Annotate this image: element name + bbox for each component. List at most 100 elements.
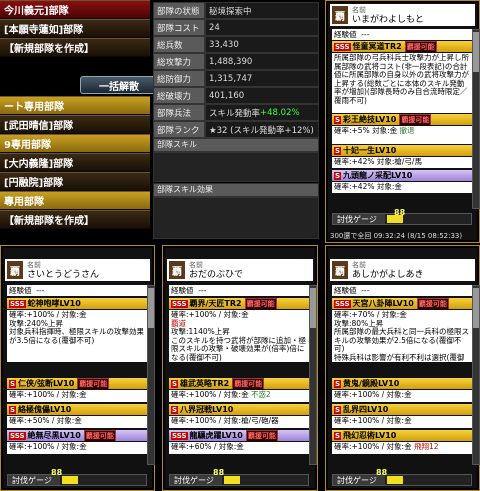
general-name: さいとうどうさん xyxy=(27,270,100,280)
card-name: 覇名前 おだのぶひで xyxy=(167,259,313,281)
skill-slot-4[interactable]: SSS 絶無尽黒LV10 覇援可能 xyxy=(7,430,147,441)
stat-label: 部隊の状態 xyxy=(153,2,205,19)
skill-desc-1: 所属部隊の弓兵科兵士攻撃力が上昇し所属部隊の武将コスト(非一段表記)の合計値に所… xyxy=(332,53,472,113)
skill-slot-3[interactable]: S 十妃一生LV10 xyxy=(332,145,472,156)
stat-attack: 総攻撃力 1,488,390 xyxy=(153,53,319,70)
name-label: 名前 xyxy=(189,261,203,269)
stat-destroy: 総破壊力 401,160 xyxy=(153,87,319,104)
skill-desc-note: 不惑2 xyxy=(250,390,271,399)
skill-rarity-tag: S xyxy=(171,379,179,388)
skill-slot-1[interactable]: SSS 天宮八卦陣LV10 覇援可能 xyxy=(332,298,472,309)
scrollbar[interactable] xyxy=(472,285,480,465)
scrollbar-thumb[interactable] xyxy=(473,288,479,328)
skill-slot-4[interactable]: SSS 龍驤虎躍LV10 覇援可能 xyxy=(169,430,309,441)
stat-value: 33,430 xyxy=(205,36,319,53)
deck-row-0[interactable]: 今川義元]部隊 xyxy=(0,0,150,19)
skill-badge: 覇援可能 xyxy=(77,378,110,389)
skill-desc-target: 対象:金 xyxy=(372,126,398,135)
exp-value: --- xyxy=(36,286,45,295)
deck-row-8[interactable]: 專用部隊 xyxy=(0,191,150,210)
scrollbar[interactable] xyxy=(309,285,317,465)
gauge-value: 88 xyxy=(51,468,63,477)
skill-badge: 覇援可能 xyxy=(416,298,449,309)
create-deck-button-2[interactable]: 【新規部隊を作成】 xyxy=(0,210,150,229)
scrollbar[interactable] xyxy=(472,29,480,209)
general-card-0[interactable]: 覇名前 いまがわよしもと 経験値 --- SSS 怪童冥道TR2 覇援可能 所属部隊の… xyxy=(325,0,480,243)
deck-row-label: ート専用部隊 xyxy=(4,102,64,113)
skill-slot-2[interactable]: S 彩王絶技LV10 覇援可能 xyxy=(332,114,472,125)
create-deck-label: 【新規部隊を作成】 xyxy=(4,44,94,55)
deck-row-label: 專用部隊 xyxy=(4,197,44,208)
skill-slot-3[interactable]: S 乱界四LV10 xyxy=(332,404,472,415)
deck-row-7[interactable]: [円融院]部隊 xyxy=(0,172,150,191)
skill-badge: 覇援可能 xyxy=(245,430,278,441)
skill-desc-1: 確率:+100% / 対象:金 攻撃:240%上昇 対象兵科指揮時、極限スキルの攻撃… xyxy=(7,310,147,362)
stat-value: 24 xyxy=(205,19,319,36)
deck-row-5[interactable]: 9専用部隊 xyxy=(0,134,150,153)
skill-badge: 覇援可能 xyxy=(399,114,432,125)
skill-slot-3[interactable]: S 絡極傀儡LV10 xyxy=(7,404,147,415)
skill-name: 黄鬼/鏡殿LV10 xyxy=(343,379,400,388)
scrollbar-thumb[interactable] xyxy=(148,288,154,328)
skill-desc-3: 確率:+100% / 対象:槍/弓/砲/器 xyxy=(169,416,309,428)
deck-row-6[interactable]: [大内義隆]部隊 xyxy=(0,153,150,172)
skill-name: 絡極傀儡LV10 xyxy=(18,405,72,414)
skill-rarity-tag: S xyxy=(9,405,17,414)
stat-label: 部隊兵法 xyxy=(153,104,205,121)
skill-badge: 覇援可能 xyxy=(83,430,116,441)
exp-value: --- xyxy=(198,286,207,295)
skill-rarity-tag: S xyxy=(334,431,342,440)
stat-label: 総防御力 xyxy=(153,70,205,87)
skill-slot-4[interactable]: S 九頭龍ノ采配LV10 xyxy=(332,170,472,181)
exp-field: 経験値 --- xyxy=(169,285,309,296)
skill-desc-4: 確率:+60% / 対象:金 xyxy=(169,442,309,454)
skill-slot-2[interactable]: S 仁侠/弦断LV10 覇援可能 xyxy=(7,378,147,389)
scrollbar[interactable] xyxy=(147,285,155,465)
general-card-1[interactable]: 覇名前 さいとうどうさん 経験値 --- SSS 蛇神咆哮LV10 確率:+100%… xyxy=(0,245,155,491)
bulk-release-button[interactable]: 一括解散 xyxy=(80,76,158,94)
gauge-value: 88 xyxy=(213,468,225,477)
skill-desc-note: 対象兵科指揮時、極限スキルの攻撃効果が3.5倍になる(覆御不可) xyxy=(9,327,144,345)
skill-desc-4: 確率:+42% 対象:金 xyxy=(332,182,472,193)
skill-slot-2[interactable]: S 黄鬼/鏡殿LV10 xyxy=(332,378,472,389)
card-name-text: 名前 あしかがよしあき xyxy=(352,260,424,280)
skill-slot-1[interactable]: SSS 怪童冥道TR2 覇援可能 xyxy=(332,41,472,52)
deck-row-3[interactable]: ート専用部隊 xyxy=(0,96,150,115)
skill-rarity-tag: SSS xyxy=(171,431,188,440)
skill-desc-1: 確率:+70% / 対象:金 攻撃:80%上昇 所属部隊の最大兵科と同一兵科の極限ス… xyxy=(332,310,472,362)
party-skill-box xyxy=(153,152,319,182)
card-name-text: 名前 いまがわよしもと xyxy=(352,5,424,25)
skill-desc-note: 所属部隊の最大兵科と同一兵科の極限スキルの攻撃効果が2.5倍になる(覆御不可) xyxy=(334,327,469,353)
deck-row-1[interactable]: [本願寺蓮如]部隊 xyxy=(0,19,150,38)
skill-rarity-tag: S xyxy=(9,379,17,388)
stat-value: 秘境探索中 xyxy=(205,2,319,19)
skill-rarity-tag: SSS xyxy=(9,299,26,308)
general-card-3[interactable]: 覇名前 あしかがよしあき 経験値 --- SSS 天宮八卦陣LV10 覇援可能 確率:… xyxy=(325,245,480,491)
skill-desc-2: 確率:+100% / 対象:金 不惑2 xyxy=(169,390,309,402)
skill-slot-3[interactable]: S 八界冠戦LV10 xyxy=(169,404,309,415)
card-name-text: 名前 さいとうどうさん xyxy=(27,260,99,280)
general-card-2[interactable]: 覇名前 おだのぶひで 経験値 --- SSS 覇界/天匠TR2 覇援可能 確率:+10… xyxy=(162,245,318,491)
stat-label: 総兵数 xyxy=(153,36,205,53)
stat-defense: 総防御力 1,315,747 xyxy=(153,70,319,87)
create-deck-button[interactable]: 【新規部隊を作成】 xyxy=(0,38,150,57)
card-name: 覇名前 あしかがよしあき xyxy=(330,259,475,281)
scrollbar-thumb[interactable] xyxy=(310,288,316,328)
skill-slot-1[interactable]: SSS 覇界/天匠TR2 覇援可能 xyxy=(169,298,309,309)
skill-slot-2[interactable]: S 雄武英略TR2 覇援可能 xyxy=(169,378,309,389)
deck-row-4[interactable]: [武田晴信]部隊 xyxy=(0,115,150,134)
card-footer: 300還で全回 09:32:24 (8/15 08:52:33) xyxy=(330,232,463,240)
skill-name: 雄武英略TR2 xyxy=(180,379,230,388)
scrollbar-thumb[interactable] xyxy=(473,32,479,72)
skill-slot-4[interactable]: S 飛幻忍術LV10 xyxy=(332,430,472,441)
card-rank-icon: 覇 xyxy=(332,261,348,279)
skill-name: 彩王絶技LV10 xyxy=(343,115,397,124)
exp-field: 経験値 --- xyxy=(332,285,472,296)
card-rank-icon: 覇 xyxy=(332,6,348,24)
deck-row-label: [武田晴信]部隊 xyxy=(4,121,74,132)
name-label: 名前 xyxy=(352,261,366,269)
skill-desc-note: 撤退 xyxy=(399,126,415,135)
stat-value: スキル発動率 +48.02% xyxy=(205,104,319,121)
skill-badge: 覇援可能 xyxy=(244,298,277,309)
skill-slot-1[interactable]: SSS 蛇神咆哮LV10 xyxy=(7,298,147,309)
